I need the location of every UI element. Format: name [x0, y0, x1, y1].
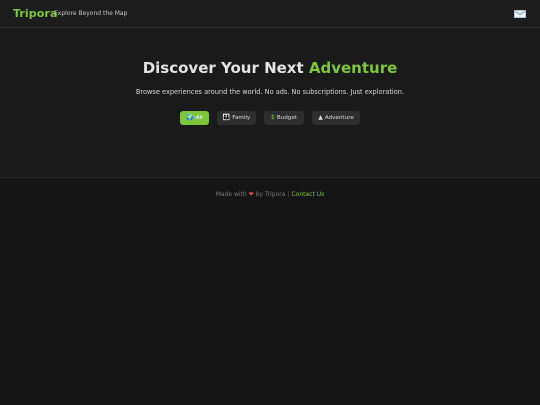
- filter-label: Family: [232, 115, 251, 121]
- hero-title-text: Discover Your Next: [142, 59, 309, 77]
- dollar-icon: $: [271, 114, 275, 121]
- site-footer: Made with ❤ by Tripora | Contact Us: [0, 177, 540, 405]
- family-icon: 👪: [222, 114, 231, 121]
- filter-family-button[interactable]: 👪 Family: [217, 111, 256, 125]
- filter-label: Adventure: [324, 115, 354, 121]
- footer-by: by Tripora: [255, 191, 286, 198]
- contact-link[interactable]: Contact Us: [291, 191, 324, 198]
- hero-title-accent: Adventure: [308, 59, 398, 77]
- filter-label: All: [195, 115, 203, 121]
- filter-adventure-button[interactable]: ▲ Adventure: [312, 111, 360, 125]
- heart-icon: ❤: [248, 191, 254, 198]
- globe-icon: 🌍: [186, 114, 194, 121]
- hero-section: Discover Your Next Adventure Browse expe…: [0, 28, 540, 176]
- filter-chips: 🌍 All 👪 Family $ Budget ▲ Adventure: [0, 111, 540, 125]
- hero-title: Discover Your Next Adventure: [0, 59, 540, 77]
- hero-subtitle: Browse experiences around the world. No …: [135, 88, 405, 96]
- footer-credits: Made with ❤ by Tripora | Contact Us: [0, 191, 540, 198]
- filter-all-button[interactable]: 🌍 All: [180, 111, 209, 125]
- mail-icon[interactable]: [514, 10, 526, 18]
- brand-tagline: Explore Beyond the Map: [54, 10, 128, 17]
- mountain-icon: ▲: [318, 114, 323, 121]
- brand-logo[interactable]: Tripora: [13, 7, 57, 20]
- filter-budget-button[interactable]: $ Budget: [264, 111, 304, 125]
- footer-separator: |: [287, 191, 290, 198]
- footer-made-with: Made with: [215, 191, 247, 198]
- filter-label: Budget: [276, 115, 297, 121]
- site-header: Tripora Explore Beyond the Map: [0, 0, 540, 28]
